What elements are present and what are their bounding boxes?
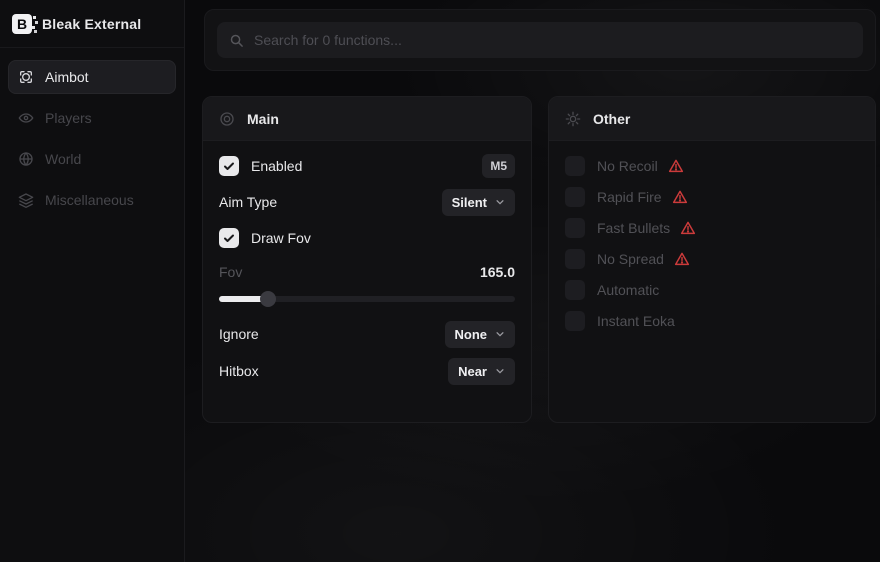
ignore-value: None <box>455 327 488 342</box>
fast-bullets-checkbox[interactable] <box>565 218 585 238</box>
other-row-no-recoil: No Recoil <box>565 153 859 179</box>
panel-title: Other <box>593 111 630 127</box>
sidebar-item-miscellaneous[interactable]: Miscellaneous <box>8 183 176 217</box>
enabled-row: Enabled M5 <box>219 153 515 179</box>
ignore-row: Ignore None <box>219 321 515 347</box>
aim-type-value: Silent <box>452 195 487 210</box>
sidebar-item-label: World <box>45 151 81 167</box>
app-title: Bleak External <box>42 16 141 32</box>
automatic-checkbox[interactable] <box>565 280 585 300</box>
target-icon <box>219 111 235 127</box>
warning-icon <box>668 158 684 174</box>
warning-icon <box>674 251 690 267</box>
ignore-label: Ignore <box>219 326 259 342</box>
layers-icon <box>18 192 34 208</box>
sidebar-item-label: Aimbot <box>45 69 89 85</box>
fov-row: Fov 165.0 <box>219 261 515 283</box>
other-row-no-spread: No Spread <box>565 246 859 272</box>
sidebar-item-label: Players <box>45 110 92 126</box>
sidebar-header: B Bleak External <box>0 0 184 48</box>
sidebar: B Bleak External Aimbot Players World <box>0 0 185 562</box>
panel-other-body: No Recoil Rapid Fire Fast Bullets <box>549 141 875 334</box>
draw-fov-checkbox[interactable] <box>219 228 239 248</box>
no-recoil-checkbox[interactable] <box>565 156 585 176</box>
enabled-checkbox[interactable] <box>219 156 239 176</box>
hitbox-dropdown[interactable]: Near <box>448 358 515 385</box>
enabled-label: Enabled <box>251 158 302 174</box>
app-logo-icon: B <box>12 14 32 34</box>
aim-type-row: Aim Type Silent <box>219 189 515 215</box>
check-icon <box>223 232 235 244</box>
fov-value: 165.0 <box>480 264 515 280</box>
other-row-automatic: Automatic <box>565 277 859 303</box>
chevron-down-icon <box>495 197 505 207</box>
sidebar-item-players[interactable]: Players <box>8 101 176 135</box>
sidebar-nav: Aimbot Players World Miscellaneous <box>0 48 184 236</box>
aim-type-label: Aim Type <box>219 194 277 210</box>
no-spread-label: No Spread <box>597 251 664 267</box>
panel-main: Main Enabled M5 Aim Type Silent Draw Fov <box>202 96 532 423</box>
sidebar-item-aimbot[interactable]: Aimbot <box>8 60 176 94</box>
aim-type-dropdown[interactable]: Silent <box>442 189 515 216</box>
instant-eoka-checkbox[interactable] <box>565 311 585 331</box>
instant-eoka-label: Instant Eoka <box>597 313 675 329</box>
panel-main-body: Enabled M5 Aim Type Silent Draw Fov Fov … <box>203 141 531 384</box>
hitbox-label: Hitbox <box>219 363 259 379</box>
eye-icon <box>18 110 34 126</box>
panel-main-header: Main <box>203 97 531 141</box>
draw-fov-row: Draw Fov <box>219 225 515 251</box>
no-recoil-label: No Recoil <box>597 158 658 174</box>
hitbox-row: Hitbox Near <box>219 358 515 384</box>
globe-icon <box>18 151 34 167</box>
ignore-dropdown[interactable]: None <box>445 321 516 348</box>
fov-slider-track[interactable] <box>219 296 515 302</box>
chevron-down-icon <box>495 329 505 339</box>
other-row-rapid-fire: Rapid Fire <box>565 184 859 210</box>
no-spread-checkbox[interactable] <box>565 249 585 269</box>
warning-icon <box>672 189 688 205</box>
panel-other: Other No Recoil Rapid Fire Fast Bullets <box>548 96 876 423</box>
rapid-fire-checkbox[interactable] <box>565 187 585 207</box>
search-placeholder: Search for 0 functions... <box>254 32 402 48</box>
fov-label: Fov <box>219 264 242 280</box>
enabled-keybind-badge[interactable]: M5 <box>482 154 515 178</box>
hitbox-value: Near <box>458 364 487 379</box>
automatic-label: Automatic <box>597 282 659 298</box>
crosshair-icon <box>18 69 34 85</box>
gear-icon <box>565 111 581 127</box>
other-row-instant-eoka: Instant Eoka <box>565 308 859 334</box>
fov-slider[interactable] <box>219 291 515 307</box>
chevron-down-icon <box>495 366 505 376</box>
sidebar-item-label: Miscellaneous <box>45 192 134 208</box>
fov-slider-thumb[interactable] <box>260 291 276 307</box>
rapid-fire-label: Rapid Fire <box>597 189 662 205</box>
other-row-fast-bullets: Fast Bullets <box>565 215 859 241</box>
draw-fov-label: Draw Fov <box>251 230 311 246</box>
search-input[interactable]: Search for 0 functions... <box>217 22 863 58</box>
search-container: Search for 0 functions... <box>204 9 876 71</box>
panel-other-header: Other <box>549 97 875 141</box>
sidebar-item-world[interactable]: World <box>8 142 176 176</box>
warning-icon <box>680 220 696 236</box>
search-icon <box>229 33 244 48</box>
panel-title: Main <box>247 111 279 127</box>
check-icon <box>223 160 235 172</box>
fast-bullets-label: Fast Bullets <box>597 220 670 236</box>
